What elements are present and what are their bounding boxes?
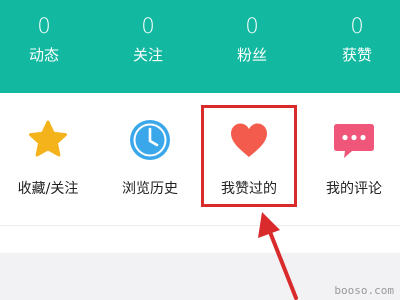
divider	[0, 225, 400, 226]
stat-posts[interactable]: 0 动态	[4, 14, 84, 64]
shortcut-label: 浏览历史	[122, 181, 178, 197]
stat-label: 关注	[132, 46, 163, 64]
stat-label: 粉丝	[236, 46, 267, 64]
stat-count: 0	[245, 14, 259, 38]
watermark: booso.com	[334, 284, 394, 297]
shortcut-label: 我的评论	[326, 181, 382, 197]
star-icon	[29, 120, 67, 157]
stat-label: 动态	[28, 46, 59, 64]
shortcut-label: 收藏/关注	[17, 181, 79, 197]
stat-likes-received[interactable]: 0 获赞	[317, 14, 397, 64]
shortcut-favorites[interactable]: 收藏/关注	[0, 118, 96, 198]
comment-icon	[334, 124, 374, 158]
stats-header: 0 动态 0 关注 0 粉丝 0 获赞	[0, 0, 400, 93]
stat-label: 获赞	[341, 46, 372, 64]
profile-screen: 0 动态 0 关注 0 粉丝 0 获赞 收藏/关注 浏览历史 我赞过的 我的评论…	[0, 0, 400, 300]
stat-followers[interactable]: 0 粉丝	[212, 14, 292, 64]
stat-count: 0	[141, 14, 155, 38]
stat-count: 0	[37, 14, 51, 38]
highlight-box	[201, 105, 297, 207]
stat-following[interactable]: 0 关注	[108, 14, 188, 64]
shortcut-comments[interactable]: 我的评论	[306, 118, 400, 198]
clock-icon	[130, 120, 170, 160]
shortcut-history[interactable]: 浏览历史	[102, 118, 198, 198]
stat-count: 0	[350, 14, 364, 38]
